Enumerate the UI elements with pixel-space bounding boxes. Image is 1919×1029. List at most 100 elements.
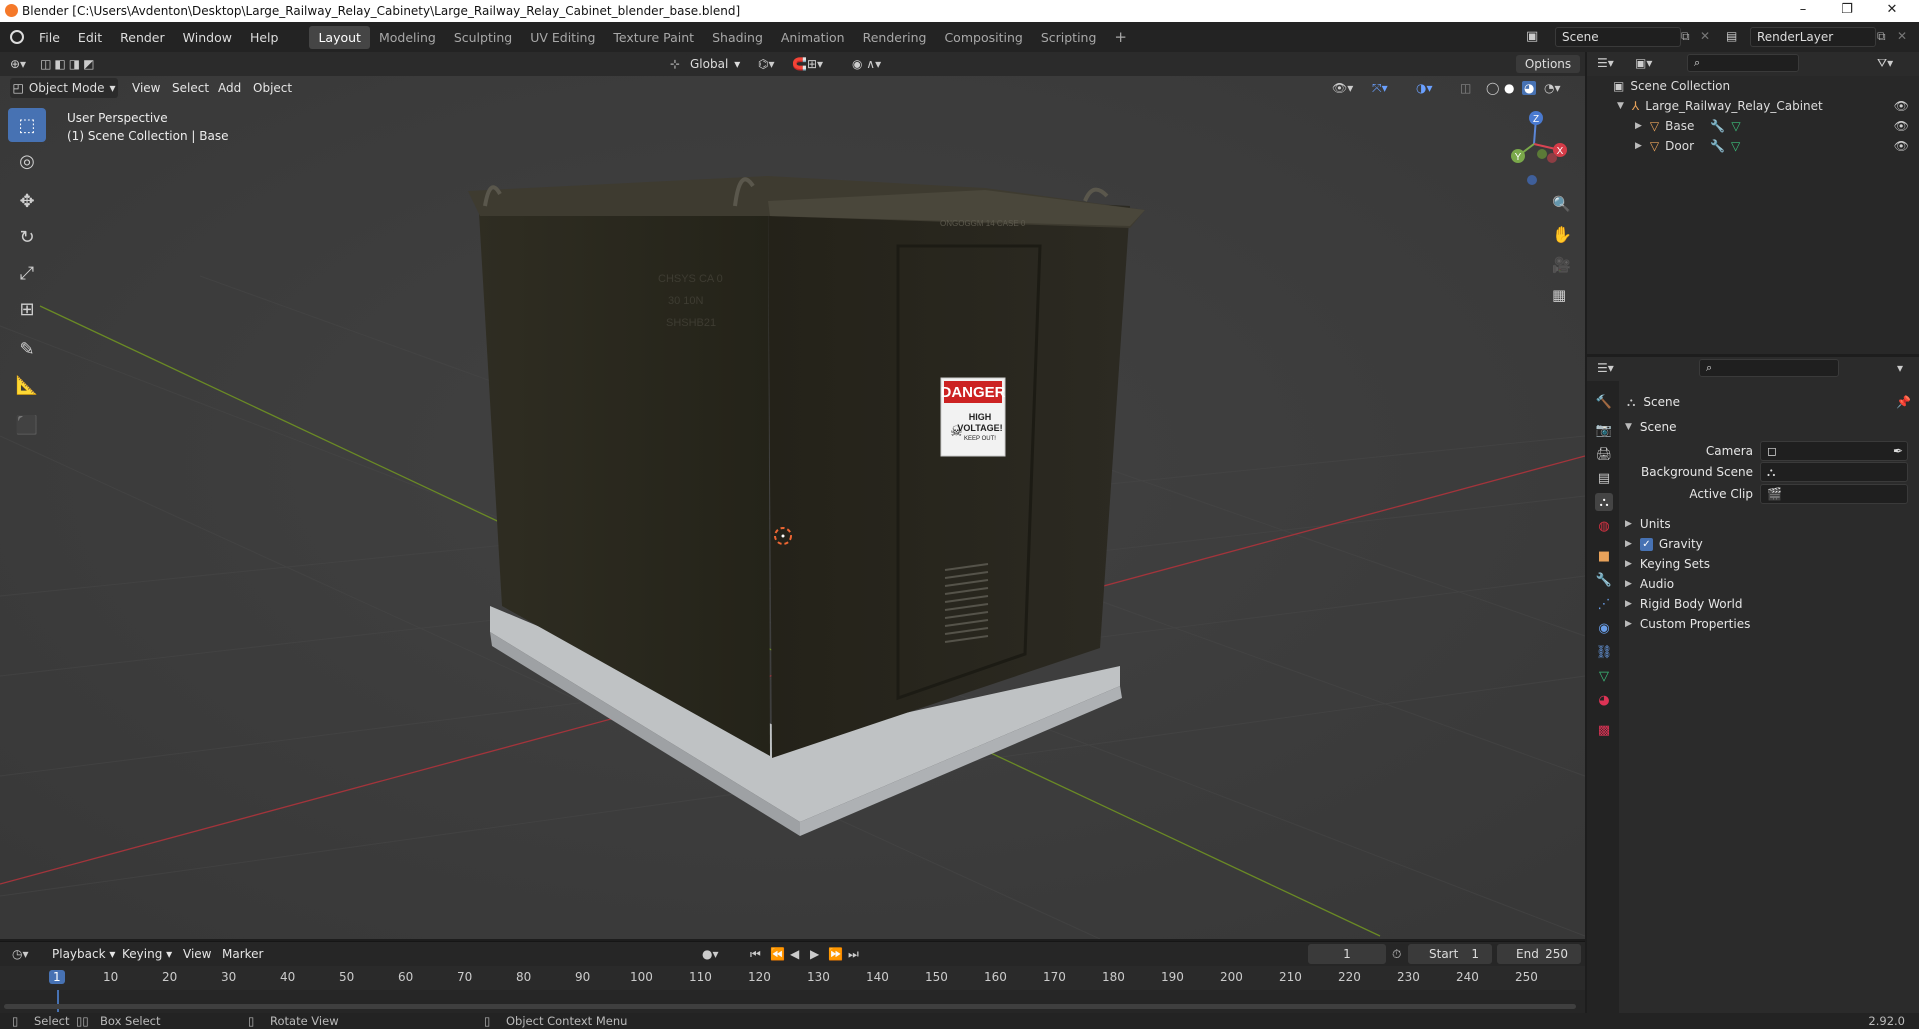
tab-shading[interactable]: Shading: [703, 26, 772, 49]
tab-modeling[interactable]: Modeling: [370, 26, 445, 49]
properties-options-icon[interactable]: ▾: [1897, 361, 1903, 375]
physics-tab-icon[interactable]: ◉: [1595, 619, 1613, 637]
minimize-button[interactable]: –: [1781, 0, 1825, 22]
timeline-ruler[interactable]: 1 10 20 30 40 50 60 70 80 90 100 110 120…: [0, 966, 1585, 990]
timeline-editor-icon[interactable]: ◷▾: [12, 947, 29, 961]
visibility-icon[interactable]: 👁▾: [1332, 81, 1353, 95]
visibility-eye-icon[interactable]: 👁: [1894, 99, 1909, 113]
visibility-eye-icon[interactable]: 👁: [1894, 139, 1909, 153]
texture-tab-icon[interactable]: ▩: [1595, 721, 1613, 739]
menu-help[interactable]: Help: [241, 30, 288, 45]
menu-edit[interactable]: Edit: [69, 30, 111, 45]
add-cube-tool-icon[interactable]: ⬛: [8, 408, 46, 442]
close-button[interactable]: ✕: [1870, 0, 1914, 22]
filter-icon[interactable]: ⛛▾: [1877, 56, 1893, 71]
transform-orientation-dropdown[interactable]: Global ▾: [684, 54, 744, 74]
object-menu[interactable]: Object: [253, 81, 292, 95]
modifiers-tab-icon[interactable]: 🔧: [1595, 571, 1613, 589]
custom-properties-panel-header[interactable]: ▶ Custom Properties: [1625, 612, 1915, 636]
pin-icon[interactable]: 📌: [1896, 395, 1911, 409]
view-menu[interactable]: View: [132, 81, 160, 95]
new-scene-icon[interactable]: ⧉: [1681, 29, 1690, 44]
view-layer-tab-icon[interactable]: ▤: [1595, 469, 1613, 487]
view-layer-icon[interactable]: ▤: [1726, 29, 1737, 43]
tab-sculpting[interactable]: Sculpting: [445, 26, 521, 49]
navigation-gizmo[interactable]: Z X Y: [1496, 106, 1576, 190]
tab-layout[interactable]: Layout: [309, 25, 370, 49]
new-view-layer-icon[interactable]: ⧉: [1877, 29, 1886, 44]
material-tab-icon[interactable]: ◕: [1595, 691, 1613, 709]
xray-icon[interactable]: ◫: [1460, 81, 1471, 95]
orthographic-toggle-icon[interactable]: ▦: [1552, 286, 1566, 304]
object-mode-dropdown[interactable]: ◰ Object Mode ▾: [10, 78, 118, 98]
camera-view-icon[interactable]: 🎥: [1552, 256, 1571, 274]
delete-scene-icon[interactable]: ✕: [1700, 29, 1710, 43]
outliner-row-base[interactable]: ▶ ▽ Base 🔧 ▽ 👁: [1587, 116, 1919, 136]
timeline-view-menu[interactable]: View: [183, 947, 211, 961]
keying-menu[interactable]: Keying ▾: [122, 947, 172, 961]
rotate-tool-icon[interactable]: ↻: [8, 220, 46, 254]
tab-animation[interactable]: Animation: [772, 26, 854, 49]
shading-material-icon[interactable]: ◕: [1522, 81, 1537, 95]
maximize-button[interactable]: ❐: [1825, 0, 1869, 22]
add-menu[interactable]: Add: [218, 81, 241, 95]
play-icon[interactable]: ▶: [810, 947, 819, 961]
jump-start-icon[interactable]: ⏮: [750, 947, 761, 962]
playback-menu[interactable]: Playback ▾: [52, 947, 115, 961]
shading-solid-icon[interactable]: ●: [1504, 81, 1514, 95]
measure-tool-icon[interactable]: 📐: [8, 368, 46, 402]
record-keyframe-icon[interactable]: ●▾: [702, 947, 719, 961]
blender-menu-icon[interactable]: [10, 30, 24, 44]
scene-selector-icon[interactable]: ▣: [1526, 29, 1538, 44]
jump-end-icon[interactable]: ⏭: [848, 947, 859, 962]
render-layer-field[interactable]: RenderLayer: [1750, 27, 1876, 47]
gravity-checkbox[interactable]: ✓: [1639, 537, 1653, 551]
select-box-tool-icon[interactable]: ⬚: [8, 108, 46, 142]
timeline-scrollbar[interactable]: [4, 1004, 1576, 1009]
scene-field[interactable]: Scene: [1555, 27, 1681, 47]
properties-search-input[interactable]: ⌕: [1699, 359, 1839, 377]
marker-menu[interactable]: Marker: [222, 947, 263, 961]
pivot-point-icon[interactable]: ⌬▾: [758, 57, 775, 71]
menu-render[interactable]: Render: [111, 30, 174, 45]
select-menu[interactable]: Select: [172, 81, 209, 95]
next-keyframe-icon[interactable]: ⏩: [828, 947, 843, 961]
editor-type-icon[interactable]: ⊕▾: [10, 57, 26, 71]
tab-compositing[interactable]: Compositing: [935, 26, 1031, 49]
active-clip-field[interactable]: 🎬: [1760, 484, 1908, 504]
constraints-tab-icon[interactable]: ⛓: [1595, 643, 1613, 661]
annotate-tool-icon[interactable]: ✎: [8, 332, 46, 366]
gizmo-toggle-icon[interactable]: ⤧▾: [1372, 81, 1388, 96]
start-frame-field[interactable]: Start 1: [1408, 944, 1492, 964]
display-mode-icon[interactable]: ▣▾: [1635, 56, 1652, 70]
proportional-edit-icon[interactable]: ◉ ∧▾: [852, 57, 881, 71]
camera-field[interactable]: ◻ ✒: [1760, 441, 1908, 461]
transform-tool-icon[interactable]: ⊞: [8, 292, 46, 326]
outliner-search-input[interactable]: ⌕: [1687, 54, 1799, 72]
tool-tab-icon[interactable]: 🔨: [1595, 393, 1613, 411]
properties-editor-icon[interactable]: ☰▾: [1597, 361, 1614, 375]
scene-panel-header[interactable]: ▼ Scene: [1625, 415, 1915, 439]
world-tab-icon[interactable]: ◍: [1595, 517, 1613, 535]
outliner-editor-icon[interactable]: ☰▾: [1597, 56, 1614, 70]
options-dropdown[interactable]: Options: [1516, 55, 1580, 73]
object-tab-icon[interactable]: ■: [1595, 547, 1613, 565]
stopwatch-icon[interactable]: ⏱: [1392, 947, 1401, 962]
particles-tab-icon[interactable]: ⋰: [1595, 595, 1613, 613]
pan-view-hand-icon[interactable]: ✋: [1552, 225, 1572, 244]
select-mode-icons[interactable]: ◫◧◨◩: [40, 57, 97, 71]
overlay-toggle-icon[interactable]: ◑▾: [1416, 81, 1433, 95]
render-tab-icon[interactable]: 📷: [1595, 421, 1613, 439]
add-workspace-button[interactable]: +: [1105, 24, 1136, 50]
zoom-view-icon[interactable]: 🔍: [1552, 195, 1571, 213]
menu-file[interactable]: File: [30, 30, 69, 45]
prev-keyframe-icon[interactable]: ⏪: [770, 947, 785, 961]
menu-window[interactable]: Window: [174, 30, 241, 45]
tab-uv-editing[interactable]: UV Editing: [521, 26, 604, 49]
scene-tab-icon[interactable]: ⛬: [1595, 493, 1613, 511]
output-tab-icon[interactable]: 🖨: [1595, 445, 1613, 463]
visibility-eye-icon[interactable]: 👁: [1894, 119, 1909, 133]
scale-tool-icon[interactable]: ⤢: [8, 256, 46, 290]
background-scene-field[interactable]: ⛬: [1760, 462, 1908, 482]
end-frame-field[interactable]: End 250: [1497, 944, 1581, 964]
